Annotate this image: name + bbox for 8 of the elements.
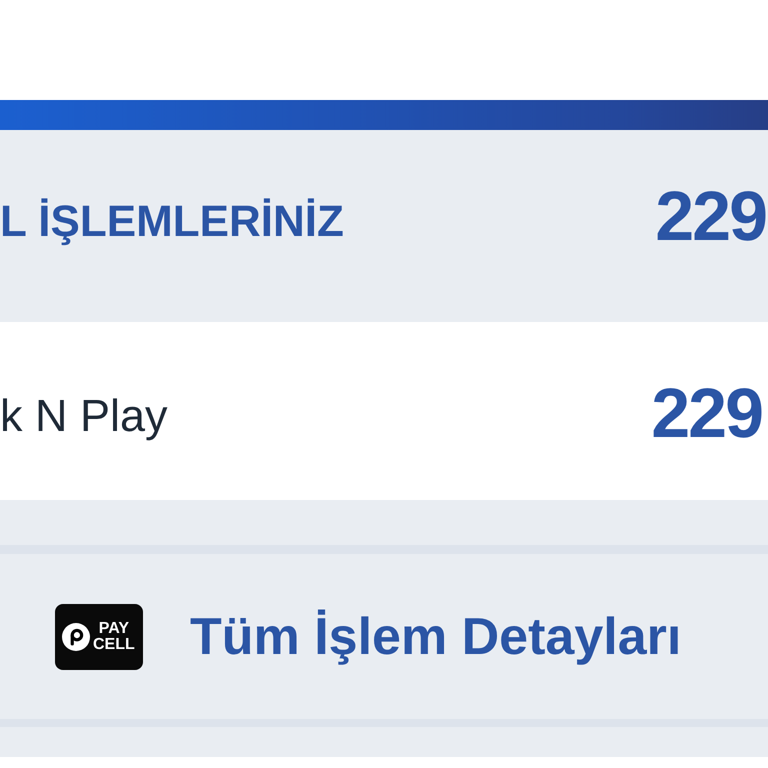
section-title: L İŞLEMLERİNİZ: [0, 197, 344, 247]
transaction-row[interactable]: k N Play 229: [0, 322, 768, 500]
circle-mark-icon: [62, 622, 90, 650]
transaction-amount: 229: [651, 373, 763, 453]
details-link[interactable]: Tüm İşlem Detayları: [190, 606, 682, 666]
total-amount: 229: [655, 176, 767, 256]
transaction-name: k N Play: [0, 390, 168, 442]
logo-text: PAY CELL: [93, 620, 135, 652]
